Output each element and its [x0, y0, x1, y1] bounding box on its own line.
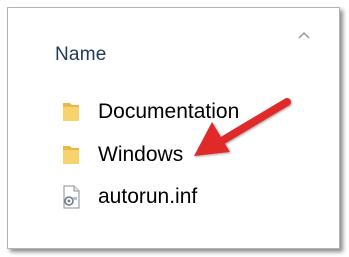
file-name: Windows [98, 143, 184, 166]
folder-icon [60, 101, 82, 123]
settings-file-icon [60, 185, 82, 209]
red-arrow-annotation-icon [194, 98, 291, 156]
list-item-windows[interactable]: Windows [60, 140, 183, 170]
folder-icon [60, 144, 82, 166]
sort-up-chevron-icon[interactable] [297, 30, 311, 40]
list-item-autorun[interactable]: autorun.inf [60, 182, 197, 212]
name-column-header[interactable]: Name [55, 44, 106, 66]
file-name: autorun.inf [98, 185, 198, 208]
screenshot-frame: Name Documentation Windows autorun.inf [0, 0, 349, 257]
